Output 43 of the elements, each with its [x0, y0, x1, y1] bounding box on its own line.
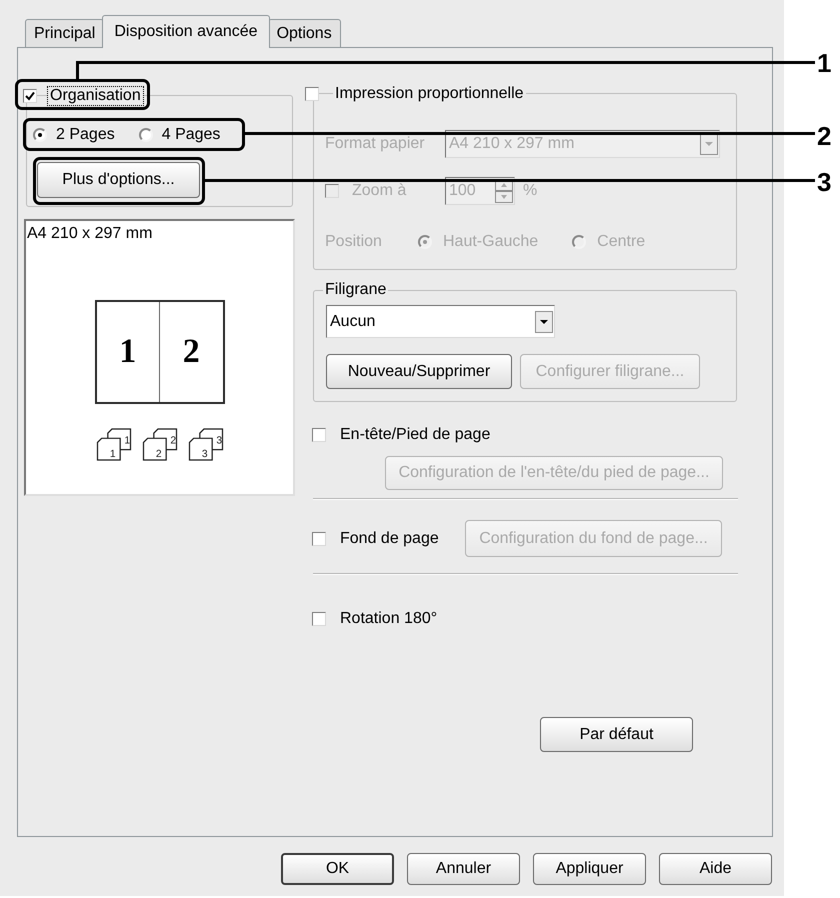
radio-dot-icon — [423, 240, 427, 244]
checkbox-label: Organisation — [48, 87, 143, 105]
callout-number: 2 — [817, 123, 832, 149]
checkbox[interactable] — [312, 428, 326, 442]
collated-copy: 2 2 — [140, 428, 178, 461]
dialog-button[interactable]: OK — [281, 853, 394, 885]
collated-copy: 1 1 — [94, 428, 132, 461]
default-button[interactable]: Par défaut — [540, 717, 693, 752]
checkbox-label: Zoom à — [352, 182, 406, 200]
dialog-button[interactable]: Annuler — [407, 853, 520, 885]
callout-number: 1 — [817, 50, 832, 76]
radio-label: Centre — [597, 233, 646, 251]
radio-label: Haut-Gauche — [443, 233, 538, 251]
radio-label: 4 Pages — [162, 126, 220, 144]
checkbox-label: Rotation 180° — [340, 610, 438, 628]
dialog-button[interactable]: Appliquer — [533, 853, 646, 885]
checkbox-label: Impression proportionnelle — [333, 85, 526, 103]
checkbox[interactable] — [312, 612, 326, 626]
checkbox-label: Fond de page — [340, 530, 439, 548]
dialog-button[interactable]: Aide — [659, 853, 772, 885]
group-label: Filigrane — [323, 281, 388, 299]
tab[interactable]: Disposition avancée — [102, 15, 270, 48]
page-number: 2 — [182, 335, 200, 369]
page-number: 1 — [119, 335, 136, 369]
checkbox[interactable] — [23, 89, 37, 103]
collated-copy: 3 3 — [186, 428, 224, 461]
field-label: Position — [325, 233, 383, 251]
radio-label: 2 Pages — [56, 126, 115, 144]
checkbox[interactable] — [312, 532, 326, 546]
callout-number: 3 — [817, 169, 832, 195]
tab[interactable]: Options — [268, 19, 341, 47]
checkbox-label: En-tête/Pied de page — [340, 426, 490, 444]
paper-size-text: A4 210 x 297 mm — [26, 224, 152, 243]
more-options-button[interactable]: Plus d'options... — [37, 162, 200, 198]
unit-label: % — [523, 182, 538, 200]
field-label: Format papier — [325, 135, 426, 153]
radio-button[interactable] — [138, 128, 153, 142]
watermark-button[interactable]: Nouveau/Supprimer — [326, 354, 512, 389]
watermark-dropdown[interactable]: Aucun — [326, 305, 555, 338]
radio-dot-icon — [38, 133, 42, 137]
tab[interactable]: Principal — [25, 19, 104, 47]
checkmark-icon — [25, 91, 35, 101]
radio-button[interactable] — [33, 128, 47, 142]
